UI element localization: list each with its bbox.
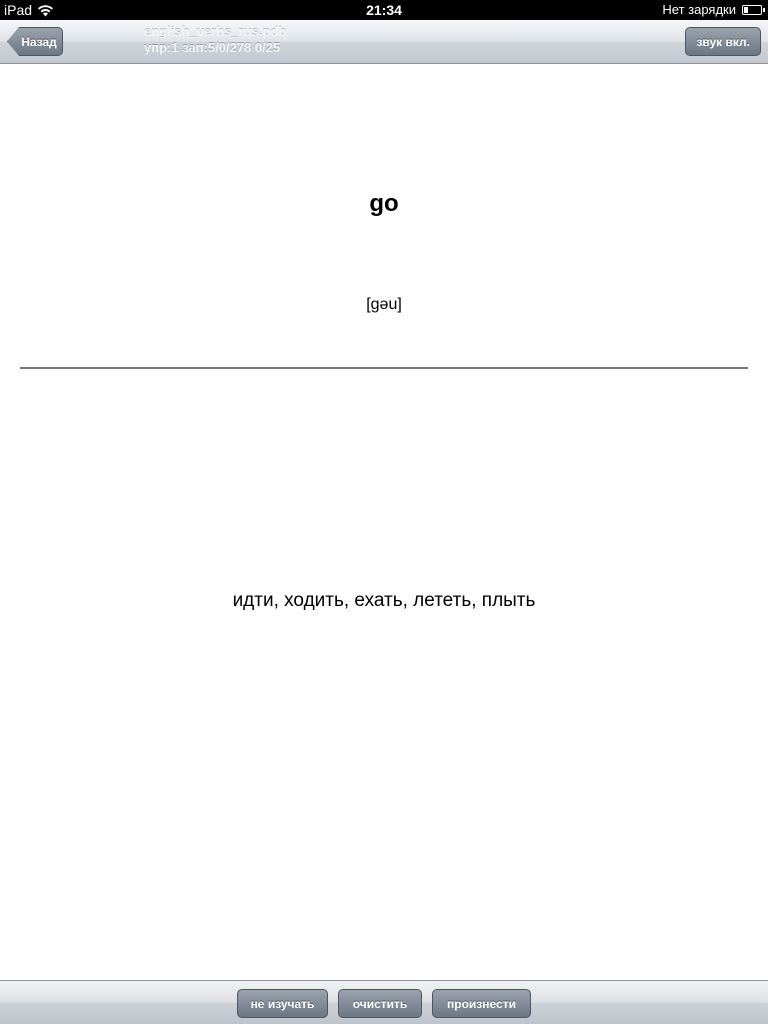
back-button[interactable]: Назад [7, 27, 63, 56]
card-word: go [369, 190, 399, 217]
status-right: Нет зарядки [662, 2, 765, 17]
status-bar: iPad 21:34 Нет зарядки [0, 0, 768, 20]
clear-button[interactable]: очистить [338, 989, 422, 1018]
card-transcription: [gəu] [366, 296, 402, 313]
battery-icon [742, 4, 765, 15]
pronounce-button[interactable]: произнести [432, 989, 531, 1018]
nav-bar: Назад english_verbs_rus.pdb упр:1 зап:5/… [0, 20, 768, 64]
status-time: 21:34 [366, 2, 402, 18]
card-divider [20, 367, 748, 369]
sound-toggle-button[interactable]: звук вкл. [685, 27, 761, 56]
file-name: english_verbs_rus.pdb [144, 24, 287, 39]
charging-label: Нет зарядки [662, 2, 736, 17]
card-translation: идти, ходить, ехать, лететь, плыть [232, 590, 536, 611]
bottom-toolbar: не изучать очистить произнести [0, 980, 768, 1024]
progress-info: упр:1 зап:5/0/278 0/25 [144, 40, 281, 55]
skip-word-button[interactable]: не изучать [237, 989, 328, 1018]
nav-title: english_verbs_rus.pdb упр:1 зап:5/0/278 … [144, 24, 286, 56]
